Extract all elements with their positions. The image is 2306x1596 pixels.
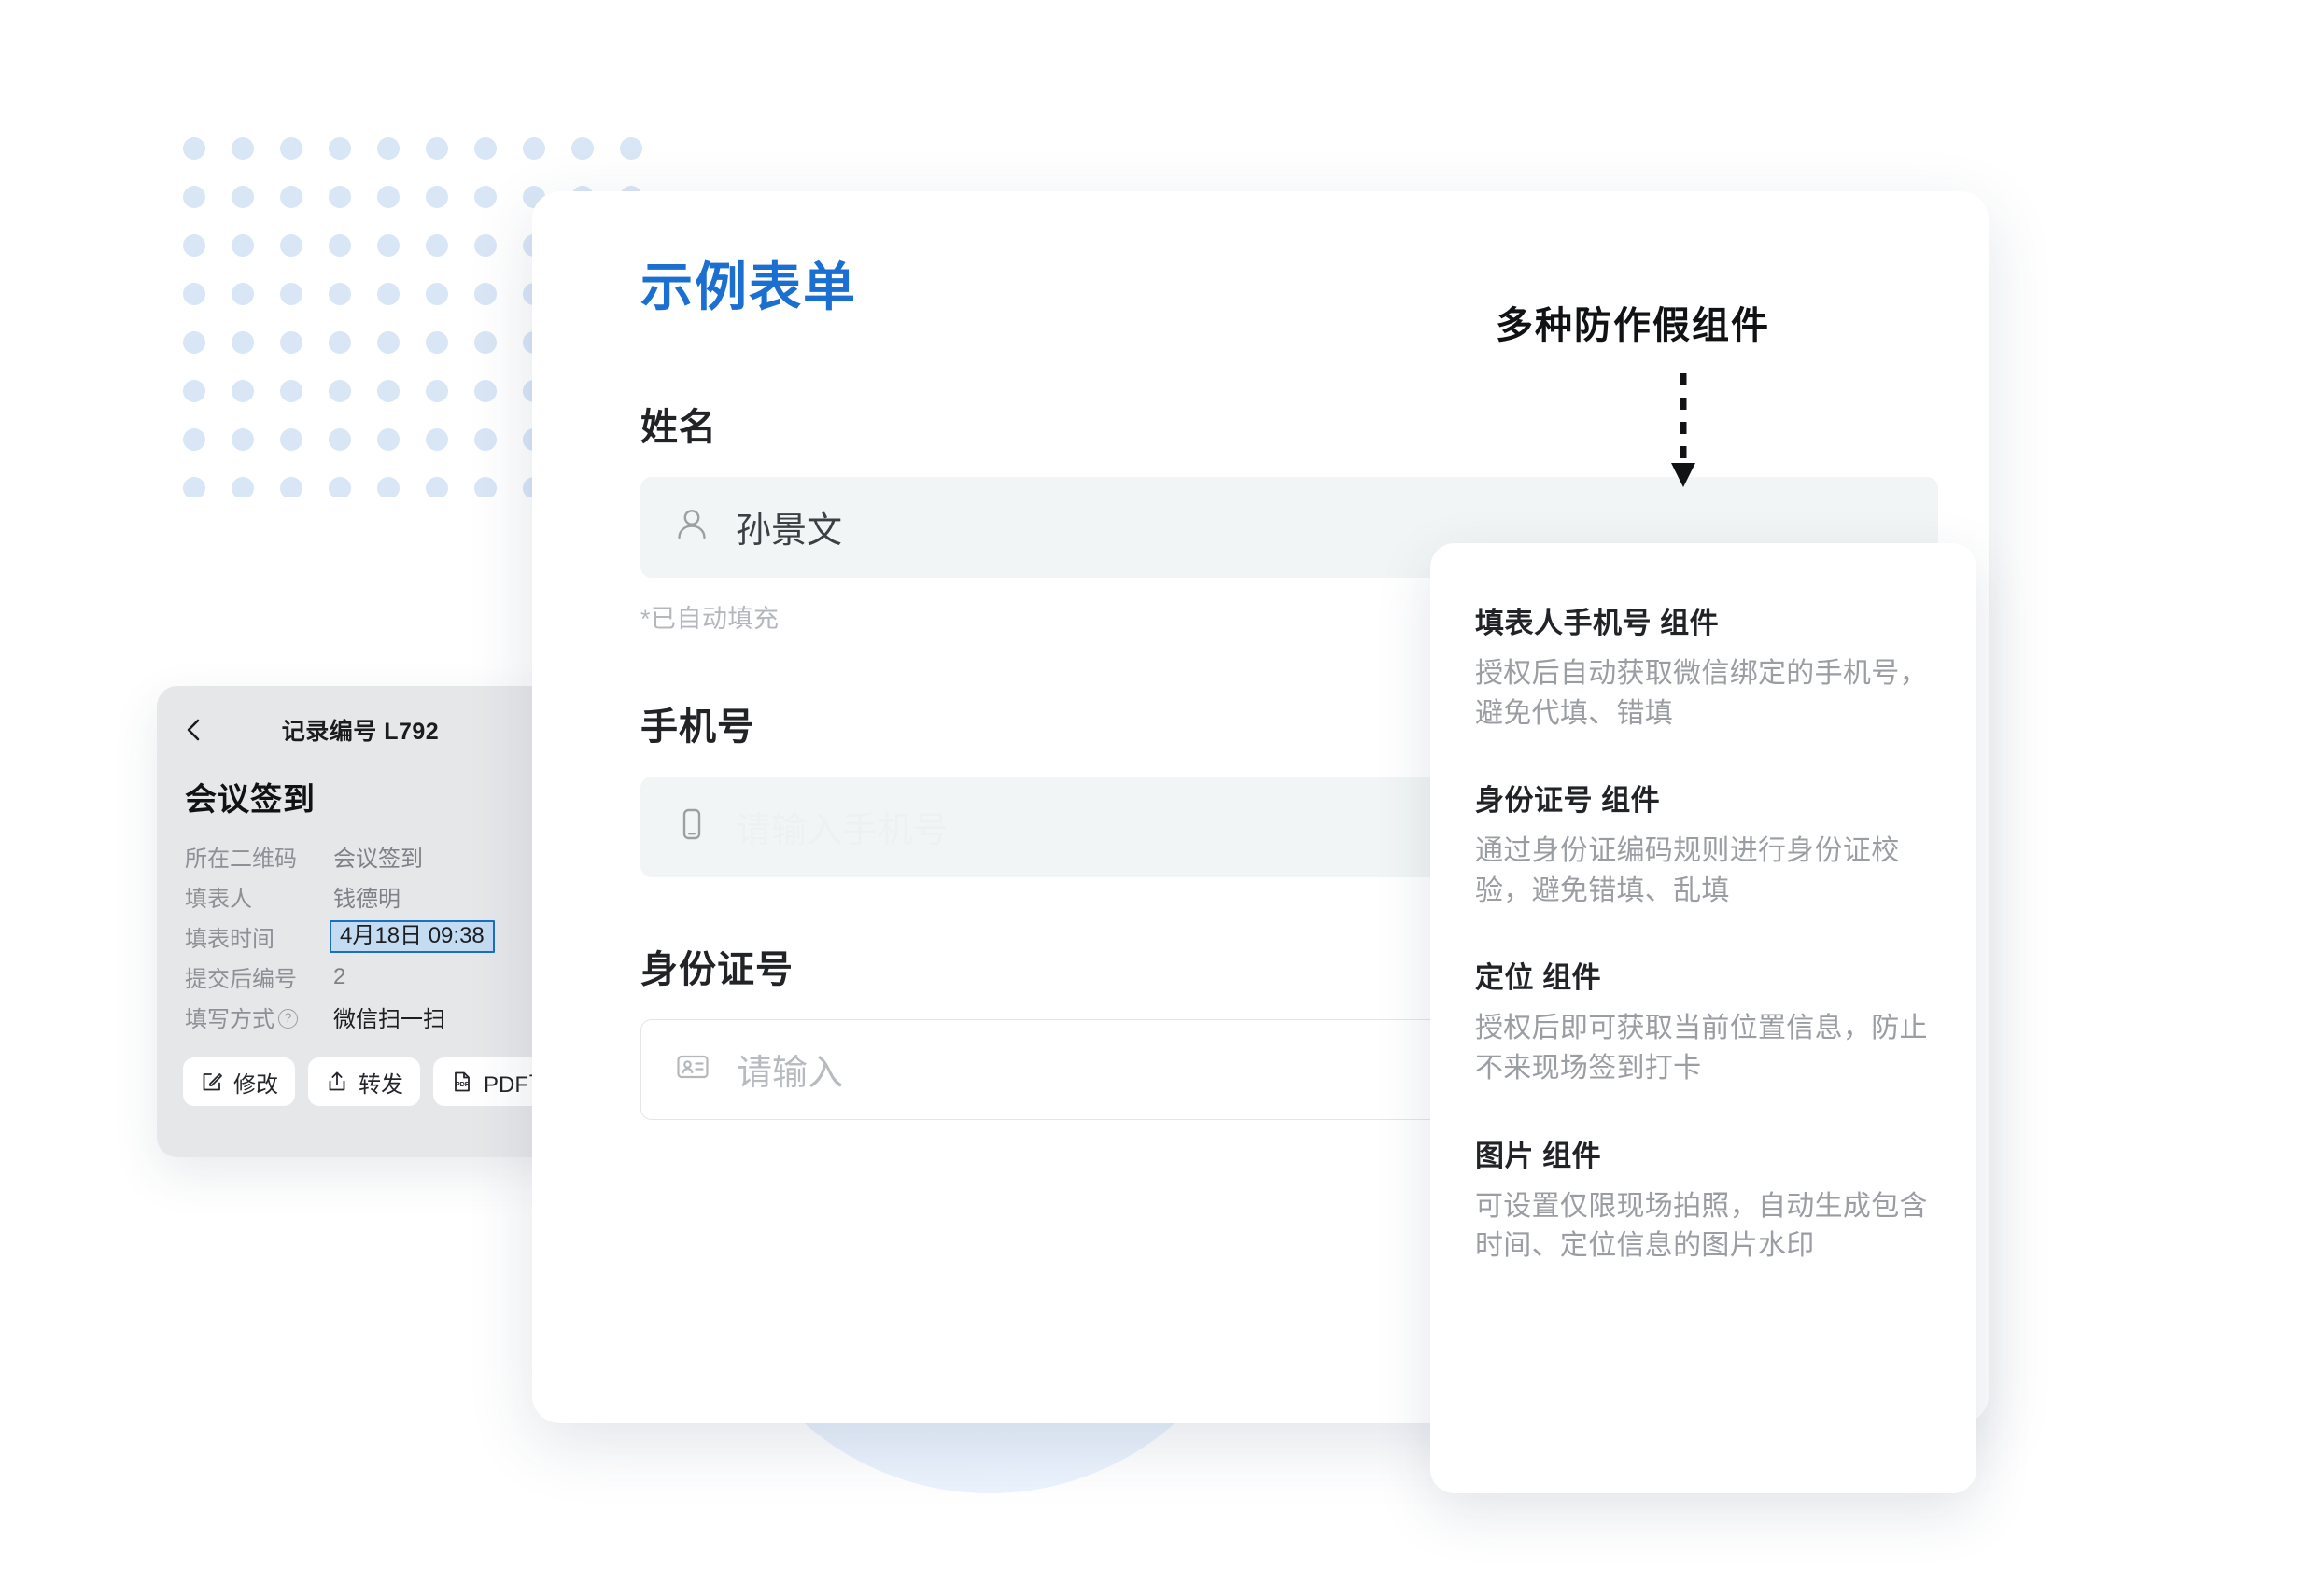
edit-button-label: 修改	[233, 1071, 278, 1098]
annotation-text: 多种防作假组件	[1496, 305, 1770, 346]
forward-button-label: 转发	[359, 1071, 403, 1098]
record-field-list: 所在二维码 会议签到 填表人 钱德明 填表时间 4月18日 09:38 提交后编…	[185, 836, 558, 1037]
record-value: 微信扫一扫	[333, 1007, 445, 1032]
component-desc: 授权后自动获取微信绑定的手机号，避免代填、错填	[1475, 658, 1928, 729]
phone-icon	[672, 805, 711, 848]
record-label: 填表时间	[185, 927, 274, 952]
record-value: 钱德明	[333, 887, 401, 912]
phone-input-placeholder: 请输入手机号	[736, 811, 949, 851]
back-chevron-icon[interactable]	[181, 717, 207, 743]
page-root: 记录编号 L792 会议签到 所在二维码 会议签到 填表人 钱德明 填表时间 4…	[0, 0, 2306, 1596]
component-desc: 授权后即可获取当前位置信息，防止不来现场签到打卡	[1475, 1013, 1928, 1084]
record-label: 填写方式	[185, 1001, 330, 1033]
component-title: 身份证号 组件	[1475, 784, 1661, 818]
component-block-idcard: 身份证号 组件 通过身份证编码规则进行身份证校验，避免错填、乱填	[1475, 777, 1932, 911]
edit-button[interactable]: 修改	[183, 1057, 295, 1106]
component-title: 图片 组件	[1475, 1139, 1602, 1172]
component-title: 定位 组件	[1475, 961, 1602, 995]
record-row-seq: 提交后编号 2	[185, 957, 558, 997]
record-value: 2	[333, 963, 346, 989]
record-row-method: 填写方式 微信扫一扫	[185, 997, 558, 1037]
edit-square-icon	[200, 1070, 224, 1094]
dashed-down-arrow-icon	[1669, 373, 1697, 490]
record-card-header: 记录编号 L792	[157, 686, 558, 749]
record-label: 提交后编号	[185, 967, 297, 992]
help-circle-icon[interactable]	[278, 1007, 298, 1029]
record-row-qrcode: 所在二维码 会议签到	[185, 836, 558, 876]
forward-button[interactable]: 转发	[308, 1057, 420, 1106]
component-block-location: 定位 组件 授权后即可获取当前位置信息，防止不来现场签到打卡	[1475, 954, 1932, 1088]
record-label-text: 填写方式	[185, 1007, 274, 1032]
component-desc: 可设置仅限现场拍照，自动生成包含时间、定位信息的图片水印	[1475, 1190, 1928, 1262]
component-block-phone: 填表人手机号 组件 授权后自动获取微信绑定的手机号，避免代填、错填	[1475, 599, 1932, 734]
record-row-time: 填表时间 4月18日 09:38	[185, 917, 558, 957]
record-value-selected[interactable]: 4月18日 09:38	[330, 919, 495, 954]
record-detail-card: 记录编号 L792 会议签到 所在二维码 会议签到 填表人 钱德明 填表时间 4…	[157, 686, 558, 1157]
record-row-filler: 填表人 钱德明	[185, 876, 558, 917]
field-label-name: 姓名	[640, 406, 717, 448]
id-card-icon	[673, 1047, 712, 1091]
record-value[interactable]: 会议签到	[330, 840, 423, 873]
record-title: 会议签到	[185, 782, 316, 818]
component-title: 填表人手机号 组件	[1475, 607, 1720, 639]
annotation-label: 多种防作假组件	[1496, 295, 1934, 349]
idcard-input-placeholder: 请输入	[737, 1054, 844, 1094]
component-desc: 通过身份证编码规则进行身份证校验，避免错填、乱填	[1475, 835, 1900, 906]
record-label: 所在二维码	[185, 847, 297, 872]
record-number: 记录编号 L792	[281, 719, 440, 745]
record-action-bar: 修改 转发 PDF PDF	[183, 1057, 558, 1106]
share-upload-icon	[325, 1070, 349, 1094]
person-icon	[672, 505, 711, 549]
svg-text:PDF: PDF	[456, 1080, 470, 1088]
pdf-file-icon: PDF	[450, 1070, 474, 1094]
record-label: 填表人	[185, 887, 252, 912]
name-input-value: 孙景文	[736, 511, 843, 552]
component-block-image: 图片 组件 可设置仅限现场拍照，自动生成包含时间、定位信息的图片水印	[1475, 1132, 1932, 1267]
anti-fraud-components-card: 填表人手机号 组件 授权后自动获取微信绑定的手机号，避免代填、错填 身份证号 组…	[1430, 543, 1976, 1493]
